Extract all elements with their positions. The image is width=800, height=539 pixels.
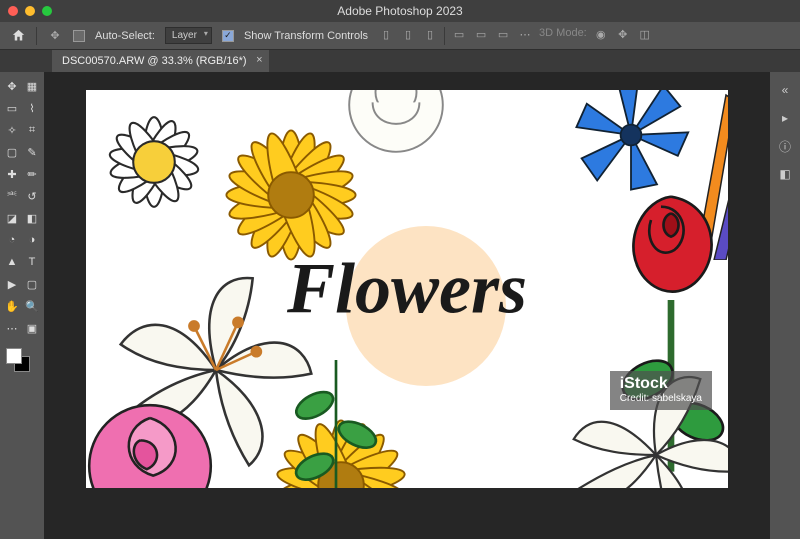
brush-tool-icon[interactable]: ✏ [24, 166, 40, 182]
pen-tool-icon[interactable]: ▲ [4, 254, 20, 270]
close-window-icon[interactable] [8, 6, 18, 16]
maximize-window-icon[interactable] [42, 6, 52, 16]
window-controls [8, 6, 52, 16]
clone-stamp-tool-icon[interactable]: ⎃ [4, 188, 20, 204]
align-bottom-icon[interactable]: ▭ [495, 27, 511, 43]
collapse-panels-icon[interactable]: « [777, 82, 793, 98]
separator [36, 27, 37, 45]
type-tool-icon[interactable]: T [24, 254, 40, 270]
document-canvas[interactable]: Flowers iStock Credit: sabelskaya [86, 90, 728, 488]
foreground-color-swatch[interactable] [6, 348, 22, 364]
move-tool-indicator-icon: ✥ [47, 28, 63, 44]
separator [444, 27, 445, 45]
mode-3d-label: 3D Mode: [539, 27, 587, 45]
marquee-tool-icon[interactable]: ▭ [4, 100, 20, 116]
move-tool-icon[interactable]: ✥ [4, 78, 20, 94]
pink-rose-illustration [86, 386, 230, 488]
align-center-icon[interactable]: ▯ [400, 27, 416, 43]
play-panel-icon[interactable]: ▸ [777, 110, 793, 126]
title-bar: Adobe Photoshop 2023 [0, 0, 800, 22]
quick-mask-icon[interactable]: ▣ [24, 320, 40, 336]
properties-panel-icon[interactable]: ◧ [777, 166, 793, 182]
history-brush-tool-icon[interactable]: ↺ [24, 188, 40, 204]
more-options-icon[interactable]: ⋯ [517, 27, 533, 43]
gradient-tool-icon[interactable]: ◧ [24, 210, 40, 226]
watermark-credit: Credit: sabelskaya [620, 393, 702, 404]
minimize-window-icon[interactable] [25, 6, 35, 16]
lasso-tool-icon[interactable]: ⌇ [24, 100, 40, 116]
align-right-icon[interactable]: ▯ [422, 27, 438, 43]
auto-select-dropdown[interactable]: Layer [165, 27, 212, 44]
workspace: ✥ ▦ ▭ ⌇ ✧ ⌗ ▢ ✎ ✚ ✏ ⎃ ↺ ◪ ◧ ◔ ◑ ▲ T ▶ ▢ … [0, 72, 800, 539]
edit-toolbar-icon[interactable]: ⋯ [4, 320, 20, 336]
zoom-tool-icon[interactable]: 🔍 [24, 298, 40, 314]
leaf-stem-illustration [276, 360, 396, 488]
mode3d-orbit-icon[interactable]: ◉ [593, 27, 609, 43]
white-rose-illustration [331, 90, 461, 170]
color-swatch[interactable] [4, 346, 40, 372]
align-middle-icon[interactable]: ▭ [473, 27, 489, 43]
mode3d-slide-icon[interactable]: ◫ [637, 27, 653, 43]
mode3d-pan-icon[interactable]: ✥ [615, 27, 631, 43]
auto-select-label: Auto-Select: [95, 30, 155, 42]
eraser-tool-icon[interactable]: ◪ [4, 210, 20, 226]
home-icon[interactable] [10, 28, 26, 44]
align-top-icon[interactable]: ▭ [451, 27, 467, 43]
document-tab[interactable]: DSC00570.ARW @ 33.3% (RGB/16*) × [52, 50, 269, 72]
right-panel-dock: « ▸ ⓘ ◧ [770, 72, 800, 539]
dodge-tool-icon[interactable]: ◑ [24, 232, 40, 248]
tool-panel: ✥ ▦ ▭ ⌇ ✧ ⌗ ▢ ✎ ✚ ✏ ⎃ ↺ ◪ ◧ ◔ ◑ ▲ T ▶ ▢ … [0, 72, 44, 539]
align-left-icon[interactable]: ▯ [378, 27, 394, 43]
info-panel-icon[interactable]: ⓘ [777, 138, 793, 154]
close-tab-icon[interactable]: × [256, 54, 262, 66]
app-title: Adobe Photoshop 2023 [337, 4, 462, 18]
canvas-title-text: Flowers [287, 248, 527, 331]
document-tab-label: DSC00570.ARW @ 33.3% (RGB/16*) [62, 55, 247, 67]
watermark: iStock Credit: sabelskaya [610, 371, 712, 410]
path-selection-tool-icon[interactable]: ▶ [4, 276, 20, 292]
hand-tool-icon[interactable]: ✋ [4, 298, 20, 314]
artboard-tool-icon[interactable]: ▦ [24, 78, 40, 94]
rectangle-tool-icon[interactable]: ▢ [24, 276, 40, 292]
show-transform-label: Show Transform Controls [244, 30, 368, 42]
canvas-area[interactable]: Flowers iStock Credit: sabelskaya [44, 72, 770, 539]
crop-tool-icon[interactable]: ⌗ [24, 122, 40, 138]
document-tab-bar: DSC00570.ARW @ 33.3% (RGB/16*) × [0, 50, 800, 72]
magic-wand-tool-icon[interactable]: ✧ [4, 122, 20, 138]
show-transform-checkbox[interactable]: ✓ [222, 30, 234, 42]
options-bar: ✥ Auto-Select: Layer ✓ Show Transform Co… [0, 22, 800, 50]
frame-tool-icon[interactable]: ▢ [4, 144, 20, 160]
healing-brush-tool-icon[interactable]: ✚ [4, 166, 20, 182]
pink-gerbera-illustration [486, 450, 656, 488]
align-icon-group: ▯ ▯ ▯ ▭ ▭ ▭ ⋯ 3D Mode: ◉ ✥ ◫ [378, 27, 653, 45]
blur-tool-icon[interactable]: ◔ [4, 232, 20, 248]
auto-select-checkbox[interactable] [73, 30, 85, 42]
eyedropper-tool-icon[interactable]: ✎ [24, 144, 40, 160]
watermark-brand: iStock [620, 375, 702, 393]
